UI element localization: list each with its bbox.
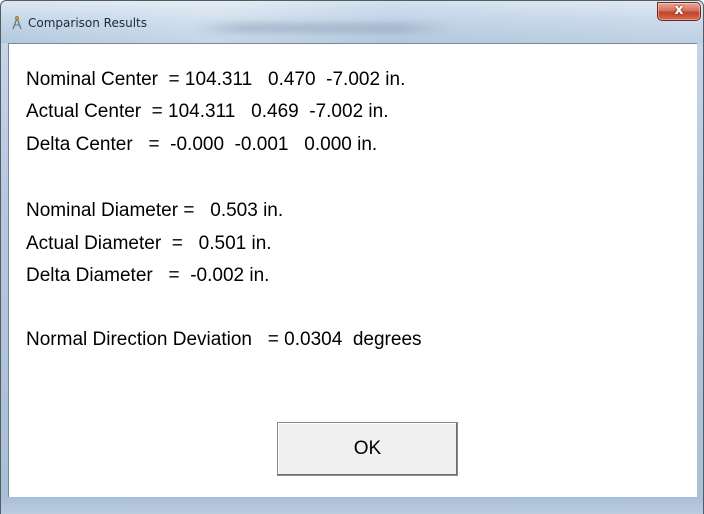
title-bar-blur [191, 23, 451, 33]
dialog-content: Nominal Center = 104.311 0.470 -7.002 in… [8, 43, 697, 498]
actual-center-text: Actual Center = 104.311 0.469 -7.002 in. [26, 101, 389, 122]
ok-button[interactable]: OK [277, 422, 458, 476]
nominal-center-text: Nominal Center = 104.311 0.470 -7.002 in… [26, 69, 406, 90]
title-bar[interactable]: Comparison Results x [1, 1, 703, 43]
delta-diameter-text: Delta Diameter = -0.002 in. [26, 265, 270, 286]
delta-center-text: Delta Center = -0.000 -0.001 0.000 in. [26, 134, 378, 155]
nominal-diameter-text: Nominal Diameter = 0.503 in. [26, 200, 284, 221]
dialog-window: Comparison Results x Nominal Center = 10… [0, 0, 704, 514]
compass-icon [9, 15, 25, 31]
window-title: Comparison Results [28, 16, 147, 30]
window-bottom-frame [1, 497, 703, 514]
actual-diameter-text: Actual Diameter = 0.501 in. [26, 233, 272, 254]
close-button[interactable]: x [657, 2, 701, 21]
close-icon: x [674, 2, 684, 18]
normal-direction-deviation-text: Normal Direction Deviation = 0.0304 degr… [26, 329, 422, 350]
